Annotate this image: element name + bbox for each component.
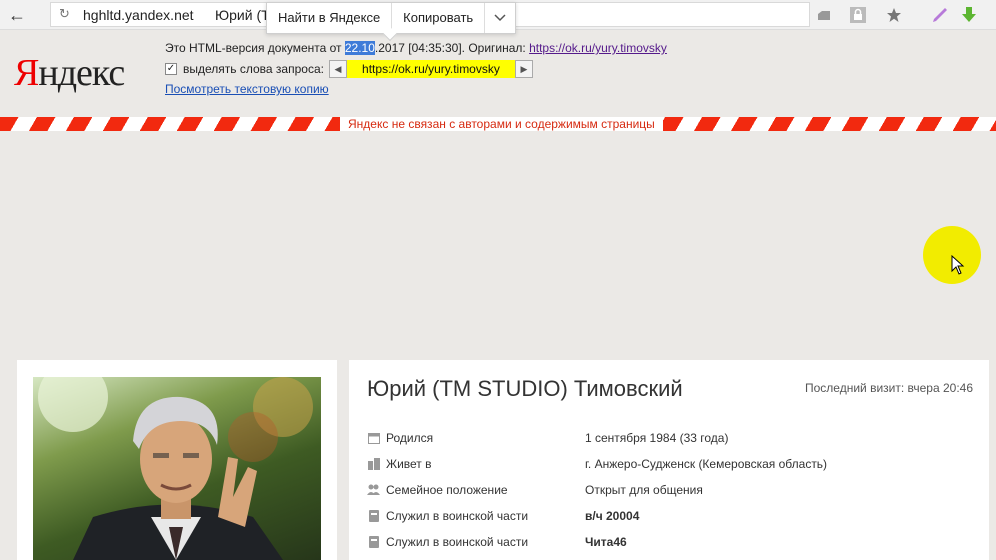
last-visit: Последний визит: вчера 20:46 (805, 381, 973, 395)
badge-icon (367, 509, 380, 522)
highlight-checkbox[interactable]: ✓ (165, 63, 177, 75)
prev-arrow-icon[interactable]: ◀ (328, 60, 347, 78)
turbo-icon[interactable] (814, 5, 834, 25)
profile-row: Родился 1 сентября 1984 (33 года) (367, 428, 977, 448)
calendar-icon (367, 431, 380, 444)
page-title-partial: Юрий (Т (215, 7, 267, 23)
next-arrow-icon[interactable]: ▶ (514, 60, 533, 78)
cache-header: Яндекс Это HTML-версия документа от 22.1… (0, 31, 996, 117)
row-label: Служил в воинской части (386, 509, 529, 523)
row-value[interactable]: в/ч 20004 (585, 509, 639, 523)
badge-icon (367, 535, 380, 548)
selection-popup: Найти в Яндексе Копировать (266, 2, 517, 42)
query-navigator: ◀ https://ok.ru/yury.timovsky ▶ (328, 60, 533, 78)
query-word[interactable]: https://ok.ru/yury.timovsky (346, 60, 515, 78)
chevron-down-icon[interactable] (485, 3, 515, 33)
profile-row: Служил в воинской части Чита46 (367, 532, 977, 552)
highlight-row: ✓ выделять слова запроса: ◀ https://ok.r… (165, 60, 533, 78)
row-label: Родился (386, 431, 434, 445)
row-label: Семейное положение (386, 483, 508, 497)
row-value[interactable]: Чита46 (585, 535, 627, 549)
url-host: hghltd.yandex.net (83, 7, 194, 23)
profile-name: Юрий (TM STUDIO) Тимовский (367, 376, 683, 401)
back-arrow-icon[interactable]: ← (6, 4, 28, 26)
profile-row: Семейное положение Открыт для общения (367, 480, 977, 500)
pen-extension-icon[interactable] (930, 5, 950, 25)
profile-info-card: Юрий (TM STUDIO) Тимовский Последний виз… (349, 360, 989, 560)
disclaimer-text: Яндекс не связан с авторами и содержимым… (340, 117, 663, 131)
buildings-icon (367, 457, 380, 470)
lock-icon[interactable] (848, 5, 868, 25)
profile-photo[interactable] (33, 377, 321, 560)
download-arrow-icon[interactable] (959, 5, 979, 25)
copy-button[interactable]: Копировать (392, 3, 486, 33)
highlight-label: выделять слова запроса: (183, 62, 324, 76)
profile-row: Живет в г. Анжеро-Судженск (Кемеровская … (367, 454, 977, 474)
row-label: Живет в (386, 457, 432, 471)
original-link[interactable]: https://ok.ru/yury.timovsky (529, 41, 667, 55)
yandex-logo[interactable]: Яндекс (14, 51, 125, 95)
row-label: Служил в воинской части (386, 535, 529, 549)
row-value: 1 сентября 1984 (33 года) (585, 431, 729, 445)
warning-stripe: Яндекс не связан с авторами и содержимым… (0, 117, 996, 131)
selected-date: 22.10 (344, 41, 375, 55)
find-in-yandex-button[interactable]: Найти в Яндексе (267, 3, 393, 33)
profile-row: Служил в воинской части в/ч 20004 (367, 506, 977, 526)
people-icon (367, 483, 380, 496)
photo-card (17, 360, 337, 560)
bookmark-star-icon[interactable] (884, 5, 904, 25)
row-value: Открыт для общения (585, 483, 703, 497)
mouse-cursor-icon (951, 255, 965, 275)
cache-notice: Это HTML-версия документа от 22.10.2017 … (165, 41, 667, 55)
row-value[interactable]: г. Анжеро-Судженск (Кемеровская область) (585, 457, 827, 471)
text-copy-link[interactable]: Посмотреть текстовую копию (165, 82, 329, 96)
reload-icon[interactable]: ↻ (59, 6, 70, 22)
